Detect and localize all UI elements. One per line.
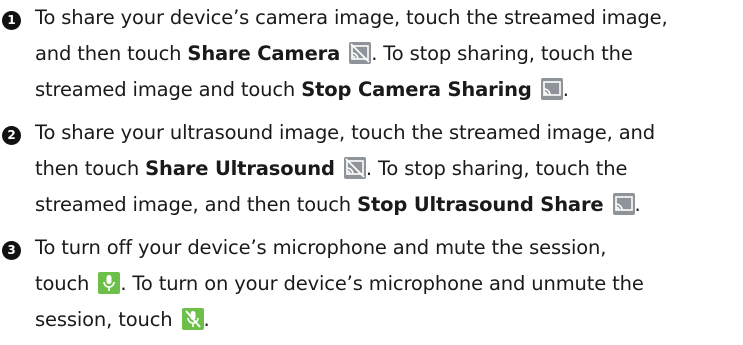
cast-off-icon <box>349 42 372 64</box>
step-line: and then touch Share Camera . To stop sh… <box>35 42 633 65</box>
microphone-icon <box>98 272 121 294</box>
step-line: touch . To turn on your device’s microph… <box>35 272 644 295</box>
step-text: To share your ultrasound image, touch th… <box>35 115 743 223</box>
stop-camera-sharing-label: Stop Camera Sharing <box>301 78 532 101</box>
step-line: To share your device’s camera image, tou… <box>35 6 668 29</box>
step-line: To share your ultrasound image, touch th… <box>35 121 655 144</box>
step-text: To turn off your device’s microphone and… <box>35 230 743 338</box>
step-line: session, touch . <box>35 308 210 331</box>
step-number-badge: 1 <box>2 11 21 30</box>
microphone-off-icon <box>181 308 204 330</box>
share-camera-label: Share Camera <box>187 42 341 65</box>
step-text: To share your device’s camera image, tou… <box>35 0 743 108</box>
step-number-badge: 3 <box>2 241 21 260</box>
step-line: then touch Share Ultrasound . To stop sh… <box>35 157 628 180</box>
step-line: To turn off your device’s microphone and… <box>35 236 607 259</box>
step-line: streamed image and touch Stop Camera Sha… <box>35 78 569 101</box>
cast-off-icon <box>343 157 366 179</box>
step-line: streamed image, and then touch Stop Ultr… <box>35 193 641 216</box>
step-number-badge: 2 <box>2 126 21 145</box>
cast-icon <box>540 78 563 100</box>
share-ultrasound-label: Share Ultrasound <box>145 157 335 180</box>
stop-ultrasound-share-label: Stop Ultrasound Share <box>357 193 604 216</box>
cast-icon <box>612 193 635 215</box>
